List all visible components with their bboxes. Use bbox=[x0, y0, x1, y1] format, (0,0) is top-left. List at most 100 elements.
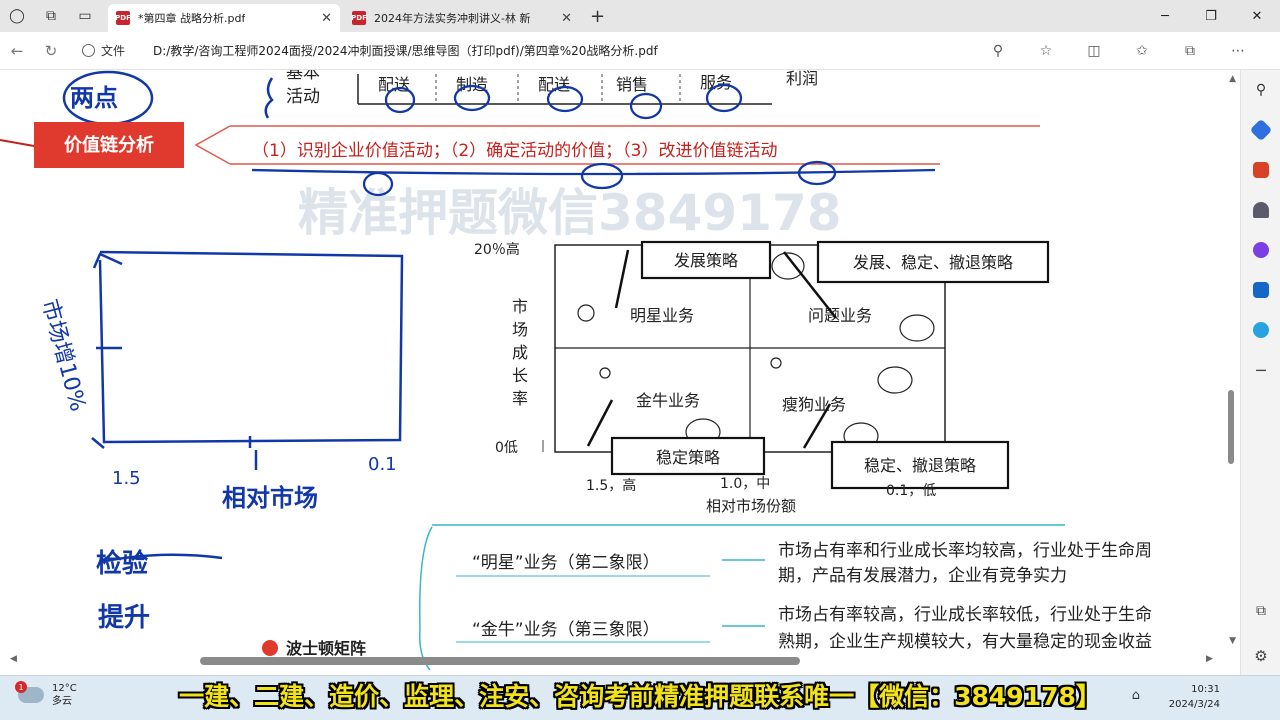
ink-note-check: 检验 bbox=[96, 548, 148, 579]
info-icon bbox=[82, 44, 95, 57]
bcg-heading-bullet bbox=[262, 640, 278, 656]
subtitle-overlay: 一建、二建、造价、监理、注安、咨询考前精准押题联系唯一【微信：3849178】 bbox=[179, 682, 1101, 711]
ink-note-top: 两点 bbox=[70, 84, 118, 112]
restore-icon[interactable]: ❐ bbox=[1188, 0, 1234, 32]
ink-matrix-sketch bbox=[91, 250, 404, 564]
more-icon[interactable]: ⋯ bbox=[1214, 43, 1262, 59]
y-axis-title-5: 率 bbox=[512, 389, 528, 408]
x-tick-high: 1.5，高 bbox=[586, 477, 636, 494]
search-icon[interactable]: ⚲ bbox=[1241, 70, 1280, 110]
close-window-icon[interactable]: ✕ bbox=[1234, 0, 1280, 32]
mindmap-node-cash-cow: “金牛”业务（第三象限） bbox=[472, 620, 660, 640]
tab-bar: ◯ ⧉ ▭ PDF *第四章 战略分析.pdf ✕ PDF 2024年方法实务冲… bbox=[0, 0, 1280, 32]
profile-icon[interactable]: ◯ bbox=[0, 0, 34, 32]
ink-y-label: 市场增10% bbox=[36, 297, 90, 414]
mindmap-connector bbox=[418, 526, 433, 671]
gear-icon[interactable]: ⚙ bbox=[1241, 647, 1280, 665]
activity-service: 服务 bbox=[700, 73, 732, 92]
activity-sales: 销售 bbox=[616, 75, 648, 94]
telegram-icon[interactable] bbox=[1241, 310, 1280, 350]
ink-brace bbox=[264, 77, 274, 119]
pdf-page: 精准押题微信3849178 基本 活动 配送 制造 配送 销售 服务 利润 两点… bbox=[0, 70, 1152, 671]
scroll-right-icon[interactable]: ▶ bbox=[1206, 654, 1213, 664]
new-tab-button[interactable]: + bbox=[580, 6, 615, 27]
activity-delivery-in: 配送 bbox=[378, 75, 410, 94]
watermark: 精准押题微信3849178 bbox=[298, 184, 842, 242]
m365-icon[interactable] bbox=[1241, 230, 1280, 270]
quadrant-dog: 瘦狗业务 bbox=[782, 395, 846, 414]
bcg-heading: 波士顿矩阵 bbox=[286, 639, 366, 658]
tab-strategy-pdf[interactable]: PDF *第四章 战略分析.pdf ✕ bbox=[108, 4, 340, 32]
pdf-viewer[interactable]: 精准押题微信3849178 基本 活动 配送 制造 配送 销售 服务 利润 两点… bbox=[0, 70, 1240, 675]
ink-underline bbox=[251, 168, 936, 176]
quadrant-question: 问题业务 bbox=[808, 306, 872, 325]
scroll-up-icon[interactable]: ▲ bbox=[1229, 74, 1236, 84]
zoom-icon[interactable]: ⚲ bbox=[974, 43, 1022, 59]
x-axis-title: 相对市场份额 bbox=[706, 497, 796, 515]
y-axis-title-1: 市 bbox=[512, 297, 528, 316]
workspaces-icon[interactable]: ⧉ bbox=[34, 0, 68, 32]
mindmap-desc-star-2: 期，产品有发展潜力，企业有竞争实力 bbox=[778, 566, 1067, 586]
address-bar: ← ↻ 文件 D:/教学/咨询工程师2024面授/2024冲刺面授课/思维导图（… bbox=[0, 32, 1280, 70]
mindmap-desc-cash-cow-1: 市场占有率较高，行业成长率较低，行业处于生命 bbox=[778, 605, 1152, 625]
horizontal-scrollbar[interactable] bbox=[200, 657, 800, 665]
quadrant-cash-cow: 金牛业务 bbox=[636, 391, 700, 410]
x-tick-mid: 1.0，中 bbox=[720, 476, 770, 492]
ink-note-raise: 提升 bbox=[98, 603, 150, 633]
quadrant-star: 明星业务 bbox=[630, 306, 694, 325]
address-actions: ⚲ ☆ ◫ ✩ ⧉ ⋯ bbox=[974, 32, 1262, 70]
window-controls: ─ ❐ ✕ bbox=[1142, 0, 1280, 32]
strategy-hold: 稳定策略 bbox=[656, 448, 720, 467]
favorite-star-icon[interactable]: ☆ bbox=[1022, 43, 1070, 59]
tab-title: 2024年方法实务冲刺讲义-林 新 bbox=[374, 12, 531, 25]
favorites-icon[interactable]: ✩ bbox=[1118, 43, 1166, 59]
collections-icon[interactable]: ⧉ bbox=[1166, 43, 1214, 59]
split-screen-icon[interactable]: ◫ bbox=[1070, 43, 1118, 59]
file-label: 文件 bbox=[101, 44, 126, 58]
ink-tick-left: 1.5 bbox=[112, 468, 141, 489]
y-axis-title-3: 成 bbox=[512, 343, 528, 362]
ink-strokes bbox=[586, 249, 837, 449]
sidebar-settings-icon[interactable]: ⧉ bbox=[1241, 603, 1280, 619]
scroll-left-icon[interactable]: ◀ bbox=[10, 654, 17, 664]
close-tab-icon[interactable]: ✕ bbox=[553, 11, 572, 26]
x-tick-low: 0.1，低 bbox=[886, 483, 936, 499]
scroll-down-icon[interactable]: ▼ bbox=[1229, 636, 1236, 646]
ink-x-label: 相对市场 bbox=[222, 484, 318, 512]
ink-red-line bbox=[0, 139, 35, 147]
games-icon[interactable] bbox=[1241, 190, 1280, 230]
pdf-icon: PDF bbox=[351, 11, 367, 25]
mindmap-desc-star-1: 市场占有率和行业成长率均较高，行业处于生命周 bbox=[778, 541, 1152, 561]
refresh-icon[interactable]: ↻ bbox=[34, 42, 68, 60]
tab-actions-icon[interactable]: ▭ bbox=[68, 0, 102, 32]
vertical-scrollbar[interactable] bbox=[1228, 390, 1234, 464]
strategy-develop: 发展策略 bbox=[674, 251, 738, 270]
mindmap-desc-cash-cow-2: 熟期，企业生产规模较大，有大量稳定的现金收益 bbox=[778, 631, 1152, 652]
mindmap-node-star: “明星”业务（第二象限） bbox=[472, 553, 660, 573]
site-info[interactable]: 文件 bbox=[82, 42, 125, 59]
shopping-icon[interactable] bbox=[1241, 150, 1280, 190]
tab-handout-pdf[interactable]: PDF 2024年方法实务冲刺讲义-林 新 ✕ bbox=[344, 4, 580, 32]
value-chain-steps: （1）识别企业价值活动；（2）确定活动的价值；（3）改进价值链活动 bbox=[252, 141, 777, 161]
edge-sidebar: ⚲ ─ ⧉ ⚙ bbox=[1240, 70, 1280, 675]
add-sidebar-icon[interactable]: ─ bbox=[1241, 350, 1280, 390]
mindmap-bracket bbox=[194, 125, 231, 165]
activity-manufacture: 制造 bbox=[456, 75, 488, 94]
close-tab-icon[interactable]: ✕ bbox=[313, 11, 332, 26]
url-field[interactable]: D:/教学/咨询工程师2024面授/2024冲刺面授课/思维导图（打印pdf)/… bbox=[153, 42, 658, 59]
back-icon[interactable]: ← bbox=[0, 42, 34, 60]
strategy-develop-hold-exit: 发展、稳定、撤退策略 bbox=[853, 253, 1013, 272]
outlook-icon[interactable] bbox=[1241, 270, 1280, 310]
minimize-icon[interactable]: ─ bbox=[1142, 0, 1188, 32]
pdf-icon: PDF bbox=[115, 11, 131, 25]
y-axis-bottom: 0低 bbox=[495, 440, 518, 456]
ink-tick-right: 0.1 bbox=[368, 454, 397, 475]
y-axis-top: 20％高 bbox=[474, 241, 520, 258]
profit-label: 利润 bbox=[786, 70, 818, 88]
value-chain-label: 价值链分析 bbox=[64, 134, 154, 156]
activities-label-line1: 基本 bbox=[286, 70, 320, 83]
y-axis-title-4: 长 bbox=[512, 366, 528, 385]
tab-title: *第四章 战略分析.pdf bbox=[138, 12, 246, 25]
copilot-icon[interactable] bbox=[1241, 110, 1280, 150]
activities-label-line2: 活动 bbox=[286, 87, 320, 107]
